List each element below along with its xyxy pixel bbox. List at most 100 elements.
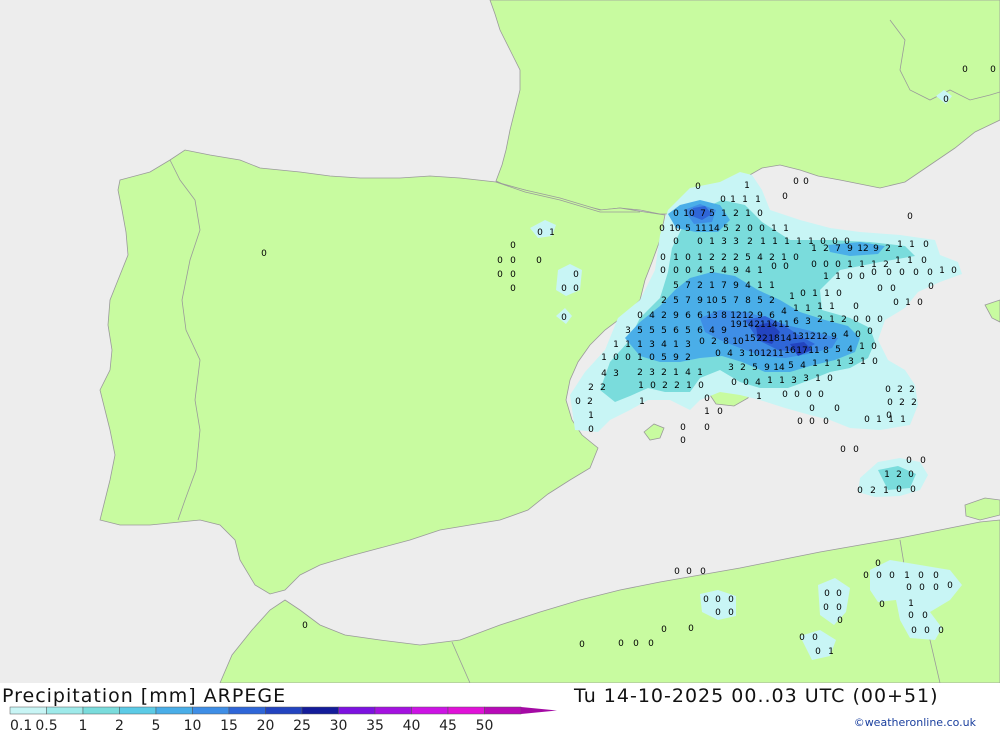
legend-label: 25 (293, 718, 311, 734)
precip-value: 0 (803, 177, 809, 187)
precip-value: 0 (911, 626, 917, 636)
precip-value: 0 (575, 397, 581, 407)
precip-value: 7 (685, 281, 691, 291)
precip-value: 5 (661, 353, 667, 363)
precip-value: 7 (835, 244, 841, 254)
precip-value: 4 (649, 311, 655, 321)
precipitation-map: 0 00010 0 000 1 1 10 10 7 5 1 2 1 00 10 5 11 14 5 2 0 0 1 10 0 1 3… (0, 0, 1000, 683)
precip-value: 12 (816, 332, 827, 342)
precip-value: 1 (673, 368, 679, 378)
precip-value: 2 (674, 381, 680, 391)
precip-value: 0 (697, 237, 703, 247)
precip-value: 0 (579, 640, 585, 650)
precip-value: 3 (803, 374, 809, 384)
precip-value: 0 (885, 385, 891, 395)
legend-label: 30 (330, 718, 348, 734)
precip-value: 0 (962, 65, 968, 75)
precip-value: 1 (859, 260, 865, 270)
precip-value: 1 (771, 224, 777, 234)
precip-value: 1 (900, 415, 906, 425)
precip-value: 3 (649, 340, 655, 350)
precip-value: 3 (805, 317, 811, 327)
precip-value: 0 (680, 423, 686, 433)
precip-value: 7 (700, 209, 706, 219)
precip-value: 5 (661, 326, 667, 336)
precip-value: 1 (638, 381, 644, 391)
legend-label: 5 (152, 718, 161, 734)
legend-swatch (411, 706, 449, 715)
precip-value: 0 (625, 353, 631, 363)
precip-value: 3 (733, 237, 739, 247)
precip-value: 0 (906, 583, 912, 593)
precip-value: 0 (704, 394, 710, 404)
precip-value: 0 (872, 357, 878, 367)
precip-value: 2 (697, 281, 703, 291)
precip-value: 1 (789, 292, 795, 302)
precip-value: 0 (943, 95, 949, 105)
precip-value: 2 (747, 237, 753, 247)
precip-value: 5 (723, 224, 729, 234)
precip-value: 1 (709, 281, 715, 291)
precip-value: 0 (728, 608, 734, 618)
precip-value: 0 (921, 256, 927, 266)
precip-value: 2 (817, 315, 823, 325)
legend-swatch (447, 706, 485, 715)
precip-value: 1 (613, 340, 619, 350)
precip-value: 3 (728, 363, 734, 373)
precip-value: 0 (928, 282, 934, 292)
precip-value: 0 (704, 423, 710, 433)
precip-value: 4 (709, 326, 715, 336)
precip-value: 1 (905, 298, 911, 308)
precip-value: 2 (587, 397, 593, 407)
precip-value: 0 (879, 600, 885, 610)
precip-value: 0 (510, 256, 516, 266)
precip-value: 2 (711, 337, 717, 347)
precip-value: 1 (730, 195, 736, 205)
precip-value: 1 (784, 237, 790, 247)
precip-value: 5 (757, 296, 763, 306)
precip-value: 12 (857, 244, 868, 254)
precip-value: 2 (909, 385, 915, 395)
precip-value: 1 (673, 253, 679, 263)
precip-value: 1 (745, 209, 751, 219)
precip-value: 1 (883, 486, 889, 496)
precip-value: 1 (812, 359, 818, 369)
precip-value: 4 (697, 266, 703, 276)
precip-value: 0 (933, 583, 939, 593)
precip-value: 1 (769, 281, 775, 291)
precip-value: 11 (808, 346, 819, 356)
precip-value: 4 (847, 345, 853, 355)
precip-value: 3 (613, 369, 619, 379)
precip-value: 1 (709, 237, 715, 247)
precip-value: 0 (951, 266, 957, 276)
precip-value: 3 (625, 326, 631, 336)
precip-value: 2 (600, 383, 606, 393)
precip-value: 9 (673, 353, 679, 363)
precip-value: 2 (896, 470, 902, 480)
precip-value: 2 (769, 296, 775, 306)
color-legend: 0.1 0.5 1 2 5 10 15 20 25 30 35 40 45 50 (9, 706, 557, 734)
precip-value: 0 (823, 603, 829, 613)
precip-value: 5 (721, 296, 727, 306)
precip-value: 0 (743, 378, 749, 388)
precip-value: 3 (848, 357, 854, 367)
precip-value: 0 (990, 65, 996, 75)
precip-value: 0 (561, 284, 567, 294)
precip-value: 0 (834, 404, 840, 414)
precip-value: 1 (824, 359, 830, 369)
precip-value: 3 (739, 349, 745, 359)
precip-value: 4 (601, 369, 607, 379)
precip-value: 0 (823, 417, 829, 427)
precip-value: 0 (674, 567, 680, 577)
precip-value: 1 (859, 342, 865, 352)
precip-value: 7 (721, 281, 727, 291)
legend-swatch (228, 706, 266, 715)
legend-label: 0.1 (10, 718, 32, 734)
precip-value: 0 (717, 407, 723, 417)
precip-value: 9 (733, 281, 739, 291)
precip-value: 0 (698, 381, 704, 391)
precip-value: 2 (662, 381, 668, 391)
legend-label: 20 (257, 718, 275, 734)
legend-label: 2 (115, 718, 124, 734)
precip-value: 0 (800, 289, 806, 299)
